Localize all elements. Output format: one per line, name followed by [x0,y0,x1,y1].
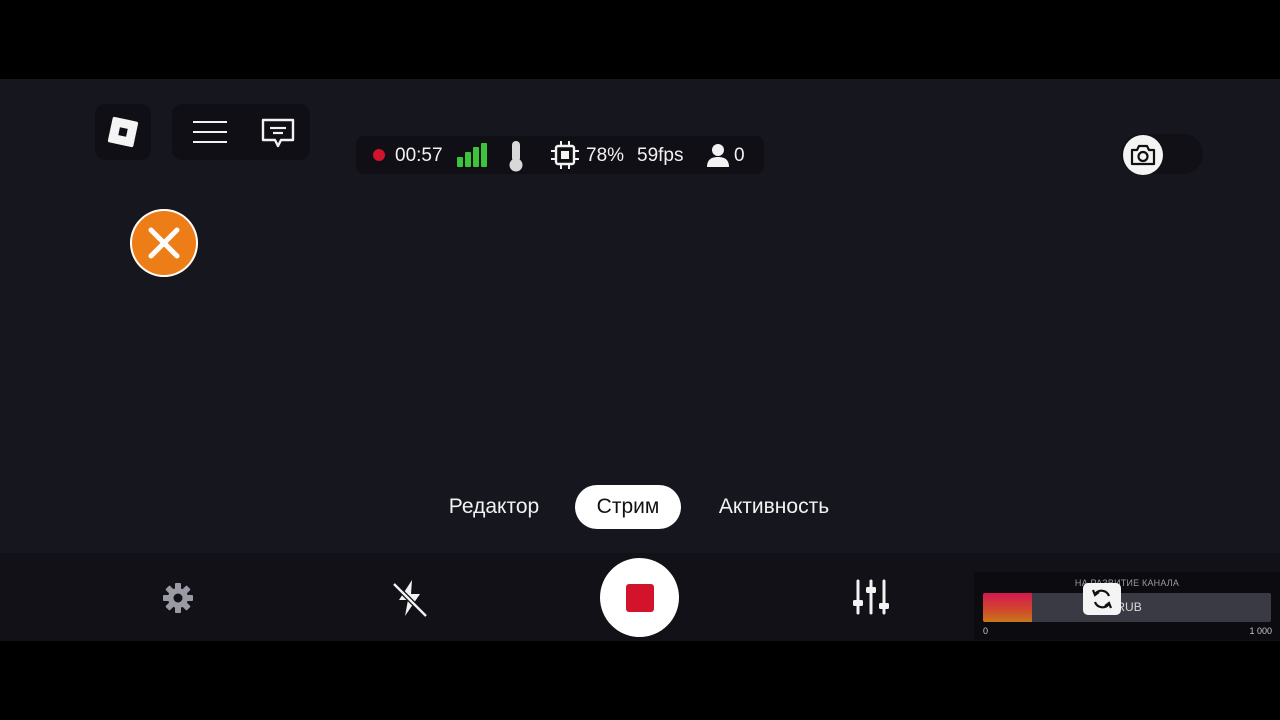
thermometer-icon [509,141,523,172]
stream-timer: 00:57 [395,145,443,166]
flip-camera-button[interactable] [1083,583,1121,615]
menu-group [172,104,310,160]
camera-icon [1123,135,1163,175]
stop-record-button[interactable] [600,558,679,637]
mode-tabs: Редактор Стрим Активность [0,485,1280,529]
chat-icon[interactable] [260,117,296,149]
fps-counter: 59fps [637,145,684,166]
donation-max: 1 000 [1249,626,1272,636]
roblox-logo-button[interactable] [95,104,151,160]
letterbox-top [0,0,1280,79]
cpu-icon [551,141,579,169]
donation-title: НА РАЗВИТИЕ КАНАЛА [1074,578,1180,588]
cpu-usage: 78% [586,145,625,166]
stop-record-icon [625,583,654,612]
tab-stream[interactable]: Стрим [575,485,681,529]
donation-progress-fill [983,593,1032,622]
stream-status-bar: 00:57 78% 59fps 0 [356,136,764,174]
viewer-count: 0 [734,145,745,166]
flash-off-icon[interactable] [390,578,430,618]
gear-icon[interactable] [162,582,194,614]
letterbox-bottom [0,641,1280,720]
roblox-logo-icon [107,116,139,148]
flip-camera-icon [1091,589,1113,609]
hamburger-menu-icon[interactable] [193,121,227,143]
recording-dot-icon [373,149,385,161]
sliders-icon[interactable] [852,578,890,616]
screen: 00:57 78% 59fps 0 Редактор Стрим Активно… [0,0,1280,720]
close-icon [148,227,180,259]
viewer-icon [707,144,729,167]
donation-min: 0 [983,626,989,636]
close-button[interactable] [130,209,198,277]
camera-toggle[interactable] [1121,134,1203,175]
donation-goal-widget: НА РАЗВИТИЕ КАНАЛА 000 RUB 0 1 000 [974,572,1280,640]
donation-progress-track: 000 RUB [983,593,1271,622]
tab-activity[interactable]: Активность [700,485,848,529]
tab-editor[interactable]: Редактор [431,485,557,529]
signal-strength-icon [457,143,487,167]
